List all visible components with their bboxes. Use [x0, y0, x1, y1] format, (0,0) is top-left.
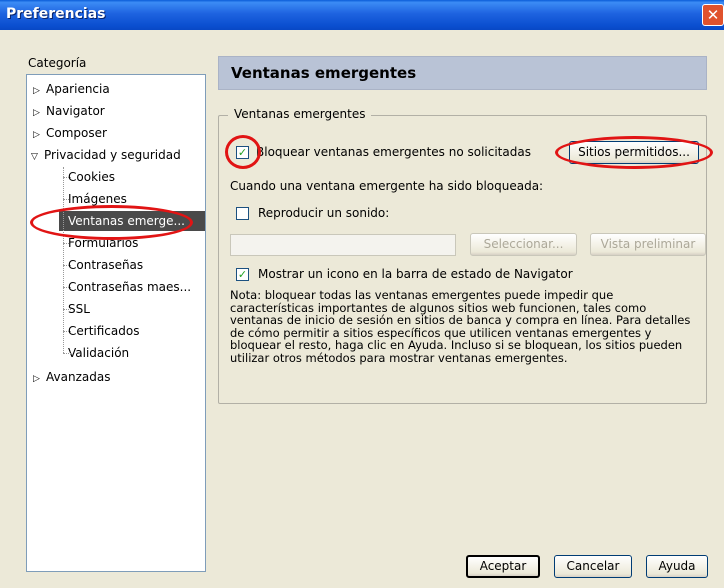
play-sound-label[interactable]: Reproducir un sonido: — [258, 206, 389, 220]
tree-item-formularios[interactable]: Formularios — [68, 233, 138, 253]
tree-item-label: Cookies — [68, 170, 115, 184]
tree-connector-branch — [63, 243, 71, 244]
tree-connector-branch — [63, 331, 71, 332]
tree-item-apariencia[interactable]: ▷ Apariencia — [33, 79, 110, 99]
tree-item-label: Avanzadas — [46, 370, 111, 384]
expand-arrow-icon[interactable]: ▷ — [33, 103, 43, 123]
block-popups-label[interactable]: Bloquear ventanas emergentes no solicita… — [256, 145, 531, 159]
tree-item-label: Privacidad y seguridad — [44, 148, 181, 162]
tree-item-label: Contraseñas — [68, 258, 144, 272]
group-legend: Ventanas emergentes — [228, 107, 372, 121]
tree-connector-branch — [63, 177, 71, 178]
sound-path-field[interactable] — [230, 234, 456, 256]
tree-item-imagenes[interactable]: Imágenes — [68, 189, 127, 209]
accept-button[interactable]: Aceptar — [466, 555, 540, 578]
tree-item-composer[interactable]: ▷ Composer — [33, 123, 107, 143]
expand-arrow-icon[interactable]: ▷ — [33, 369, 43, 389]
tree-item-label: Formularios — [68, 236, 139, 250]
window-title: Preferencias — [6, 6, 106, 22]
preferences-window: Preferencias ✕ Categoría ▷ Apariencia ▷ Na… — [0, 0, 724, 588]
category-tree[interactable]: ▷ Apariencia ▷ Navigator ▷ Composer ▽ Privac… — [26, 74, 206, 572]
category-label: Categoría — [28, 56, 87, 70]
allowed-sites-button[interactable]: Sitios permitidos... — [569, 141, 699, 164]
tree-item-ssl[interactable]: SSL — [68, 299, 90, 319]
help-button[interactable]: Ayuda — [646, 555, 708, 578]
tree-item-label: Contraseñas maes... — [68, 280, 192, 294]
tree-item-contrasenas[interactable]: Contraseñas — [68, 255, 143, 275]
play-sound-checkbox[interactable] — [236, 207, 249, 220]
title-bar[interactable]: Preferencias ✕ — [0, 0, 724, 30]
preview-sound-button[interactable]: Vista preliminar — [590, 233, 706, 256]
note-text: Nota: bloquear todas las ventanas emerge… — [230, 288, 691, 365]
show-status-icon-label[interactable]: Mostrar un icono en la barra de estado d… — [258, 267, 573, 281]
tree-connector-branch — [63, 265, 71, 266]
tree-item-certificados[interactable]: Certificados — [68, 321, 139, 341]
block-popups-checkbox[interactable]: ✓ — [236, 146, 249, 159]
tree-item-label: Composer — [46, 126, 107, 140]
tree-item-cookies[interactable]: Cookies — [68, 167, 115, 187]
tree-item-label: SSL — [68, 302, 90, 316]
tree-item-privacidad[interactable]: ▽ Privacidad y seguridad — [31, 145, 181, 165]
cancel-button[interactable]: Cancelar — [554, 555, 632, 578]
tree-item-label: Certificados — [68, 324, 140, 338]
select-sound-button[interactable]: Seleccionar... — [470, 233, 577, 256]
collapse-arrow-icon[interactable]: ▽ — [31, 147, 41, 167]
tree-item-navigator[interactable]: ▷ Navigator — [33, 101, 105, 121]
tree-item-label: Validación — [68, 346, 130, 360]
tree-item-validacion[interactable]: Validación — [68, 343, 129, 363]
when-blocked-label: Cuando una ventana emergente ha sido blo… — [230, 179, 544, 193]
tree-item-label: Imágenes — [68, 192, 127, 206]
show-status-icon-checkbox[interactable]: ✓ — [236, 268, 249, 281]
expand-arrow-icon[interactable]: ▷ — [33, 81, 43, 101]
tree-item-label: Navigator — [46, 104, 105, 118]
expand-arrow-icon[interactable]: ▷ — [33, 125, 43, 145]
panel-header: Ventanas emergentes — [218, 56, 707, 90]
tree-item-label: Ventanas emerge... — [68, 214, 185, 228]
close-icon[interactable]: ✕ — [702, 4, 724, 26]
tree-connector-line — [63, 167, 64, 353]
tree-connector-branch — [63, 353, 71, 354]
panel-title: Ventanas emergentes — [231, 64, 417, 82]
tree-connector-branch — [63, 199, 71, 200]
tree-item-ventanas-emergentes[interactable]: Ventanas emerge... — [59, 211, 205, 231]
tree-item-avanzadas[interactable]: ▷ Avanzadas — [33, 367, 110, 387]
tree-item-label: Apariencia — [46, 82, 110, 96]
tree-item-contrasenas-maestras[interactable]: Contraseñas maes... — [68, 277, 191, 297]
tree-connector-branch — [63, 309, 71, 310]
tree-connector-branch — [63, 287, 71, 288]
